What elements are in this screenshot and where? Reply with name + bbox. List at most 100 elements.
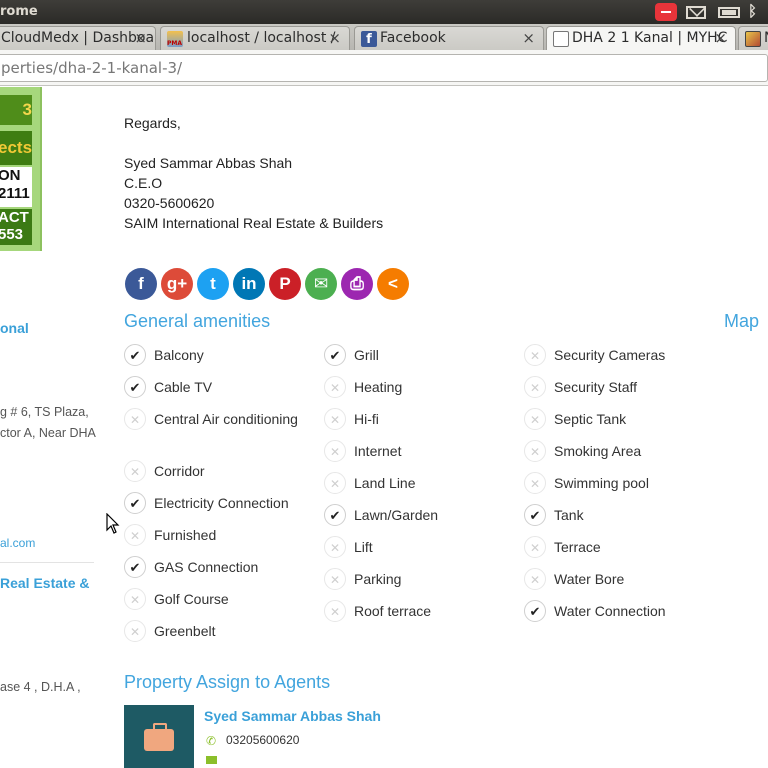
tab-localhost[interactable]: PMA localhost / localhost / ×	[160, 26, 350, 50]
tab-label: localhost / localhost /	[187, 30, 336, 46]
cross-icon: ✕	[124, 460, 146, 482]
agent-name-link[interactable]: Syed Sammar Abbas Shah	[204, 708, 381, 724]
mail-icon[interactable]	[686, 6, 706, 19]
map-link[interactable]: Map	[724, 311, 759, 332]
cross-icon: ✕	[324, 472, 346, 494]
cross-icon: ✕	[324, 536, 346, 558]
ad-line: ON	[0, 167, 21, 184]
print-share-icon[interactable]: ⎙	[341, 268, 373, 300]
tab-facebook[interactable]: f Facebook ×	[354, 26, 544, 50]
facebook-share-icon[interactable]: f	[125, 268, 157, 300]
bluetooth-icon[interactable]: ᛒ	[748, 2, 762, 20]
amenity-item: ✔ Balcony	[124, 344, 304, 366]
amenity-item: ✔ Grill	[324, 344, 504, 366]
amenity-item: ✔ Water Connection	[524, 600, 704, 622]
amenity-label: Terrace	[554, 539, 601, 555]
phone-icon: ✆	[206, 734, 217, 748]
cross-icon: ✕	[524, 344, 546, 366]
sidebar-email-link[interactable]: al.com	[0, 536, 35, 550]
battery-icon[interactable]	[718, 7, 740, 18]
ad-line: ects	[0, 131, 32, 165]
amenity-item: ✕ Corridor	[124, 460, 304, 482]
tab-dha-active[interactable]: DHA 2 1 Kanal | MYHC ×	[546, 26, 736, 51]
tab-label: N	[764, 30, 768, 46]
cross-icon: ✕	[524, 440, 546, 462]
check-icon: ✔	[124, 376, 146, 398]
close-icon[interactable]: ×	[522, 29, 535, 47]
email-share-icon[interactable]: ✉	[305, 268, 337, 300]
amenity-item: ✕ Greenbelt	[124, 620, 304, 642]
ad-line: ACT	[0, 209, 29, 226]
facebook-icon: f	[361, 31, 377, 47]
agent-avatar[interactable]	[124, 705, 194, 768]
amenity-label: Land Line	[354, 475, 416, 491]
twitter-share-icon[interactable]: t	[197, 268, 229, 300]
browser-tab-strip: CloudMedx | Dashboa × PMA localhost / lo…	[0, 24, 768, 51]
sidebar-link[interactable]: onal	[0, 320, 29, 336]
window-title: rome	[0, 4, 38, 19]
close-icon[interactable]: ×	[714, 29, 727, 47]
check-icon: ✔	[324, 504, 346, 526]
amenities-title: General amenities	[124, 311, 271, 331]
amenity-label: Balcony	[154, 347, 204, 363]
sidebar-address: ctor A, Near DHA	[0, 426, 96, 440]
cross-icon: ✕	[524, 376, 546, 398]
amenity-label: Central Air conditioning	[154, 411, 298, 427]
amenity-item: ✕ Roof terrace	[324, 600, 504, 622]
url-text: perties/dha-2-1-kanal-3/	[1, 59, 183, 77]
amenity-item: ✔ Tank	[524, 504, 704, 526]
amenity-item: ✕ Water Bore	[524, 568, 704, 590]
check-icon: ✔	[524, 600, 546, 622]
amenity-label: Grill	[354, 347, 379, 363]
cross-icon: ✕	[324, 568, 346, 590]
cross-icon: ✕	[124, 524, 146, 546]
signatory-title: C.E.O	[124, 175, 163, 191]
tab-label: CloudMedx | Dashboa	[1, 30, 155, 46]
amenity-label: Furnished	[154, 527, 217, 543]
advertisement-banner[interactable]: 3 ects ON 2111 ACT 553	[0, 87, 42, 251]
amenity-label: Septic Tank	[554, 411, 627, 427]
amenity-label: Greenbelt	[154, 623, 216, 639]
image-icon	[745, 31, 761, 47]
amenity-label: Corridor	[154, 463, 205, 479]
url-input[interactable]: perties/dha-2-1-kanal-3/	[0, 54, 768, 82]
amenity-item: ✕ Lift	[324, 536, 504, 558]
amenity-label: Lawn/Garden	[354, 507, 439, 523]
indicator-icon[interactable]	[655, 3, 677, 21]
amenity-item: ✕ Septic Tank	[524, 408, 704, 430]
amenity-label: Cable TV	[154, 379, 213, 395]
amenity-item: ✔ GAS Connection	[124, 556, 304, 578]
amenity-label: Parking	[354, 571, 402, 587]
sidebar-link[interactable]: Real Estate &	[0, 575, 89, 591]
amenity-item: ✕ Furnished	[124, 524, 304, 546]
amenity-item: ✕ Security Cameras	[524, 344, 704, 366]
pinterest-share-icon[interactable]: P	[269, 268, 301, 300]
divider	[0, 562, 94, 563]
tab-partial[interactable]: N	[738, 26, 768, 50]
google-plus-share-icon[interactable]: g+	[161, 268, 193, 300]
check-icon: ✔	[524, 504, 546, 526]
amenity-label: Internet	[354, 443, 402, 459]
sidebar-address: ase 4 , D.H.A ,	[0, 680, 81, 694]
close-icon[interactable]: ×	[328, 29, 341, 47]
amenity-label: Water Connection	[554, 603, 666, 619]
share-share-icon[interactable]: <	[377, 268, 409, 300]
amenity-item: ✔ Lawn/Garden	[324, 504, 504, 526]
check-icon: ✔	[124, 344, 146, 366]
amenity-item: ✕ Security Staff	[524, 376, 704, 398]
amenity-item: ✕ Swimming pool	[524, 472, 704, 494]
ad-line: 3	[0, 95, 32, 125]
system-top-bar: rome ᛒ	[0, 0, 768, 24]
close-icon[interactable]: ×	[134, 29, 147, 47]
tab-cloudmedx[interactable]: CloudMedx | Dashboa ×	[0, 26, 156, 50]
linkedin-share-icon[interactable]: in	[233, 268, 265, 300]
amenity-label: Roof terrace	[354, 603, 432, 619]
amenity-item: ✕ Heating	[324, 376, 504, 398]
amenity-label: Swimming pool	[554, 475, 649, 491]
agents-title: Property Assign to Agents	[124, 672, 331, 692]
amenity-label: Smoking Area	[554, 443, 642, 459]
tab-label: Facebook	[380, 30, 446, 46]
cross-icon: ✕	[124, 620, 146, 642]
cross-icon: ✕	[324, 376, 346, 398]
amenity-label: Hi-fi	[354, 411, 379, 427]
